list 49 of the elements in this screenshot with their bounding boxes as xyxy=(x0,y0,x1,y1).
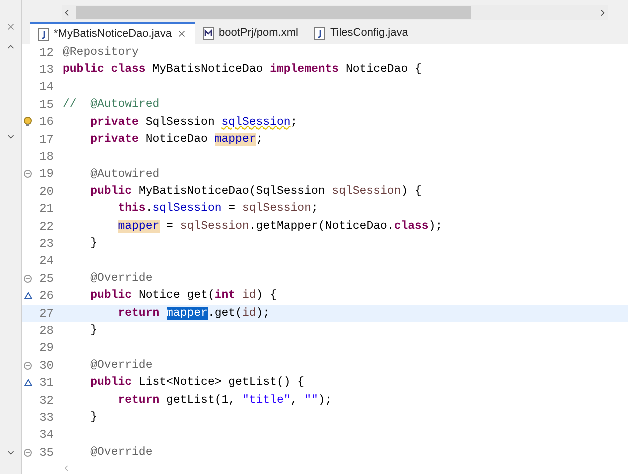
line-number: 18 xyxy=(38,151,54,164)
code-line: public Notice get(int id) { xyxy=(90,290,278,302)
code-line: @Repository xyxy=(63,46,139,58)
code-line: } xyxy=(90,325,98,337)
line-number: 28 xyxy=(38,324,54,337)
code-line: @Override xyxy=(90,446,153,458)
line-number: 19 xyxy=(38,168,54,180)
line-number: 23 xyxy=(38,238,54,250)
tab-label: *MyBatisNoticeDao.java xyxy=(54,26,172,42)
tab-label: TilesConfig.java xyxy=(330,26,408,41)
code-line: @Override xyxy=(90,360,153,372)
code-line: return mapper.get(id); xyxy=(117,308,270,320)
line-number: 15 xyxy=(38,98,54,111)
code-line: @Autowired xyxy=(90,168,160,180)
line-number: 22 xyxy=(38,220,54,233)
line-number: 26 xyxy=(38,290,54,302)
line-number: 21 xyxy=(38,203,54,216)
line-number: 24 xyxy=(38,255,54,268)
line-number: 16 xyxy=(38,116,54,128)
code-line: mapper = sqlSession.getMapper(NoticeDao.class); xyxy=(117,220,443,232)
code-line: } xyxy=(90,238,98,250)
line-number: 25 xyxy=(38,272,54,285)
line-number: 13 xyxy=(38,64,54,76)
line-number: 30 xyxy=(38,360,54,372)
editor-tab[interactable]: bootPrj/pom.xml xyxy=(195,22,306,44)
tab-label: bootPrj/pom.xml xyxy=(219,26,298,41)
code-line: this.sqlSession = sqlSession; xyxy=(117,203,318,215)
code-line: public MyBatisNoticeDao(SqlSession sqlSession) { xyxy=(90,186,422,198)
editor-tab[interactable]: TilesConfig.java xyxy=(306,22,416,44)
line-number: 35 xyxy=(38,446,54,459)
line-number: 17 xyxy=(38,134,54,146)
line-number: 32 xyxy=(38,394,54,406)
line-number: 34 xyxy=(38,429,54,442)
line-number: 20 xyxy=(38,186,54,198)
code-line: private NoticeDao mapper; xyxy=(90,134,264,146)
line-number: 29 xyxy=(38,342,54,354)
code-line: // @Autowired xyxy=(63,99,160,111)
line-number: 14 xyxy=(38,81,54,94)
code-line: public List<Notice> getList() { xyxy=(90,377,305,389)
code-line: private SqlSession sqlSession; xyxy=(90,116,298,128)
code-line: @Override xyxy=(90,273,153,285)
line-number: 33 xyxy=(38,412,54,424)
line-number: 12 xyxy=(38,46,54,59)
code-line: return getList(1, "title", ""); xyxy=(117,394,332,406)
code-line: public class MyBatisNoticeDao implements NoticeDao { xyxy=(63,64,422,76)
code-line: } xyxy=(90,412,98,424)
line-number: 27 xyxy=(38,308,54,320)
line-number: 31 xyxy=(38,377,54,390)
editor-tab[interactable]: *MyBatisNoticeDao.java xyxy=(30,22,195,44)
